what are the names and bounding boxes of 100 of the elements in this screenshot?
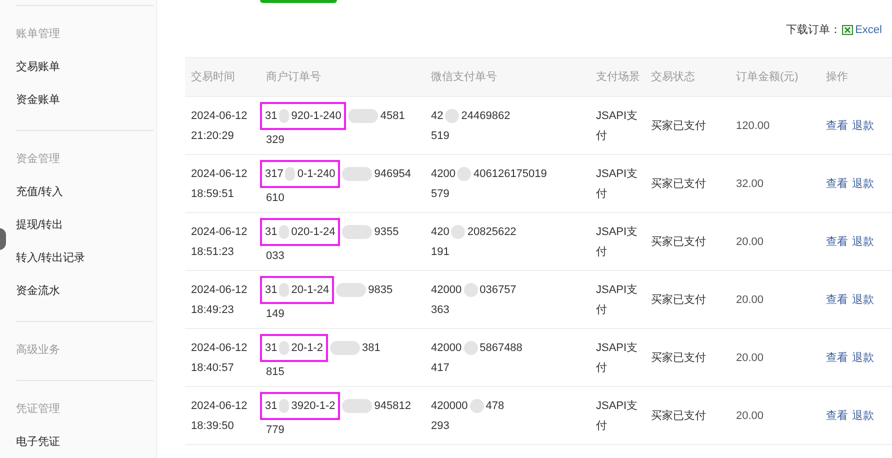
sidebar-item[interactable]: 提现/转出	[16, 218, 64, 251]
table-cell-text: 18:51:23	[191, 244, 234, 260]
download-label: 下载订单：	[786, 22, 842, 38]
order-number-part: 31	[265, 282, 278, 298]
order-number-part: 31	[265, 224, 278, 240]
action-link[interactable]: 查看	[826, 174, 848, 194]
action-link[interactable]: 查看	[826, 290, 848, 310]
table-cell-text: 2024-06-12	[191, 224, 248, 240]
column-header: 商户订单号	[266, 70, 321, 83]
blur-smear	[279, 282, 290, 296]
order-number-part: 31	[265, 340, 278, 356]
action-link[interactable]: 退款	[852, 232, 874, 252]
table-cell: 120.00	[736, 120, 770, 132]
order-number-part: 42	[431, 108, 444, 124]
column-header: 操作	[826, 70, 848, 83]
action-link[interactable]: 退款	[852, 174, 874, 194]
order-number-part: 317	[265, 166, 284, 182]
blur-smear	[451, 224, 466, 238]
sidebar-item[interactable]: 交易账单	[16, 60, 60, 93]
order-number-part: 381	[362, 340, 380, 356]
order-number-part: 420000	[431, 398, 468, 414]
blur-smear	[470, 398, 484, 412]
order-number-part: 946954	[374, 166, 411, 182]
table-cell-text: JSAPI支付	[596, 166, 639, 202]
blur-smear	[279, 224, 290, 238]
table-cell-text: 21:20:29	[191, 128, 234, 144]
order-number-part: 815	[266, 364, 284, 380]
order-number-part: 42000	[431, 282, 462, 298]
table-cell: 20.00	[736, 236, 764, 248]
order-number-part: 149	[266, 306, 284, 322]
table-cell-text: JSAPI支付	[596, 282, 639, 318]
table-cell: 买家已支付	[651, 178, 706, 190]
action-link[interactable]: 退款	[852, 116, 874, 136]
column-header: 交易状态	[651, 70, 695, 83]
order-number-part: 9355	[374, 224, 399, 240]
order-number-part: 191	[431, 244, 450, 260]
table-cell: 20.00	[736, 294, 764, 306]
order-number-part: 4200	[431, 166, 456, 182]
table-cell-text: 2024-06-12	[191, 340, 248, 356]
blur-smear	[445, 108, 460, 122]
table-cell-text: 18:49:23	[191, 302, 234, 318]
sidebar-item[interactable]: 资金流水	[16, 284, 60, 317]
order-number-part: 036757	[480, 282, 516, 298]
blur-smear	[279, 398, 290, 412]
order-number-part: 4581	[380, 108, 405, 124]
order-number-part: 579	[431, 186, 450, 202]
order-number-part: 945812	[374, 398, 412, 414]
table-cell: 买家已支付	[651, 294, 706, 306]
table-cell-text: JSAPI支付	[596, 398, 639, 434]
order-number-part: 779	[266, 422, 284, 438]
order-number-part: 0-1-240	[297, 166, 336, 182]
blur-smear	[330, 340, 360, 354]
blur-smear	[342, 398, 372, 412]
blur-smear	[279, 108, 290, 122]
action-link[interactable]: 查看	[826, 406, 848, 426]
blur-smear	[342, 166, 372, 180]
order-number-part: 20825622	[467, 224, 516, 240]
order-number-part: 329	[266, 132, 284, 148]
table-cell: 买家已支付	[651, 410, 706, 422]
table-cell: 20.00	[736, 352, 764, 364]
order-number-part: 9835	[368, 282, 393, 298]
blur-smear	[348, 108, 378, 122]
table-cell-text: JSAPI支付	[596, 108, 639, 144]
action-link[interactable]: 查看	[826, 348, 848, 368]
section-title: 凭证管理	[16, 402, 60, 417]
table-cell-text: 18:59:51	[191, 186, 234, 202]
order-number-part: 293	[431, 418, 450, 434]
blur-smear	[457, 166, 472, 180]
blur-smear	[279, 340, 290, 354]
action-link[interactable]: 查看	[826, 232, 848, 252]
table-cell-text: 2024-06-12	[191, 282, 248, 298]
sidebar-item[interactable]: 充值/转入	[16, 185, 64, 218]
blur-smear	[342, 224, 372, 238]
blur-smear	[336, 282, 366, 296]
sidebar-item[interactable]: 转入/转出记录	[16, 251, 86, 284]
order-number-part: 920-1-240	[291, 108, 342, 124]
action-link[interactable]: 退款	[852, 406, 874, 426]
sidebar-item[interactable]: 电子凭证	[16, 435, 60, 458]
table-cell: 买家已支付	[651, 236, 706, 248]
excel-link[interactable]: Excel	[855, 22, 882, 38]
section-title: 资金管理	[16, 152, 60, 167]
order-number-part: 417	[431, 360, 450, 376]
table-cell: 20.00	[736, 410, 764, 422]
column-header: 微信支付单号	[431, 70, 497, 83]
table-cell-text: 2024-06-12	[191, 398, 248, 414]
table-cell: 32.00	[736, 178, 764, 190]
order-number-part: 3920-1-2	[291, 398, 336, 414]
order-number-part: 020-1-24	[291, 224, 336, 240]
blur-smear	[285, 166, 296, 180]
table-cell: 买家已支付	[651, 352, 706, 364]
sidebar-item[interactable]: 资金账单	[16, 93, 60, 126]
order-number-part: 31	[265, 398, 278, 414]
order-number-part: 610	[266, 190, 284, 206]
action-link[interactable]: 退款	[852, 348, 874, 368]
table-cell-text: 2024-06-12	[191, 166, 248, 182]
action-link[interactable]: 查看	[826, 116, 848, 136]
table-cell-text: JSAPI支付	[596, 340, 639, 376]
order-number-part: 24469862	[461, 108, 510, 124]
action-link[interactable]: 退款	[852, 290, 874, 310]
order-number-part: 363	[431, 302, 450, 318]
